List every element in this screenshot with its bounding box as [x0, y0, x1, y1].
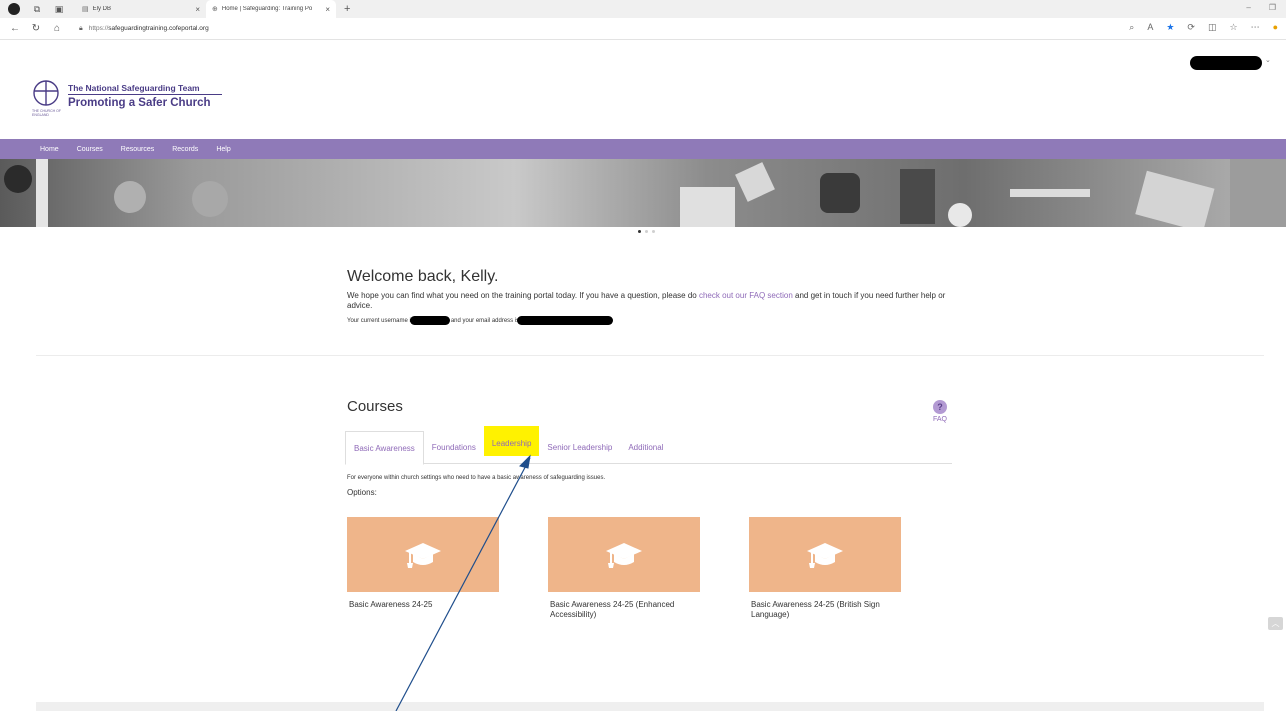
home-icon[interactable]: ⌂: [51, 23, 63, 34]
user-menu-redacted[interactable]: [1190, 56, 1262, 70]
faq-button[interactable]: ? FAQ: [929, 400, 951, 423]
course-card-image[interactable]: [749, 517, 901, 592]
restore-icon[interactable]: ❐: [1269, 3, 1276, 12]
nav-resources[interactable]: Resources: [121, 146, 154, 153]
nav-help[interactable]: Help: [216, 146, 230, 153]
tab-senior-leadership[interactable]: Senior Leadership: [539, 431, 620, 464]
tab-foundations[interactable]: Foundations: [424, 431, 484, 464]
graduation-cap-icon: [606, 542, 642, 568]
course-tabs: Basic Awareness Foundations Leadership S…: [345, 426, 952, 465]
username-redacted: [409, 316, 450, 325]
tab-actions-icon[interactable]: ▣: [54, 4, 64, 14]
window-controls: – ❐: [1246, 3, 1276, 12]
logo-tagline: Promoting a Safer Church: [68, 97, 211, 109]
minimize-icon[interactable]: –: [1246, 3, 1250, 12]
refresh-icon[interactable]: ↻: [30, 23, 42, 34]
main-navigation: Home Courses Resources Records Help: [0, 139, 1286, 159]
lock-icon: 🔒︎: [79, 24, 83, 32]
chevron-up-icon: ︿: [1271, 619, 1280, 628]
nav-records[interactable]: Records: [172, 146, 198, 153]
courses-heading: Courses: [347, 398, 403, 415]
course-card-title[interactable]: Basic Awareness 24-25: [347, 600, 499, 610]
logo-church-text: THE CHURCH OF ENGLAND: [32, 109, 61, 117]
carousel-dot[interactable]: [652, 230, 655, 233]
url-host: safeguardingtraining.cofeportal.org: [108, 25, 209, 32]
favorites-icon[interactable]: ☆: [1229, 22, 1237, 33]
course-card-title[interactable]: Basic Awareness 24-25 (Enhanced Accessib…: [548, 600, 700, 620]
course-card-basic-awareness[interactable]: Basic Awareness 24-25: [347, 517, 499, 610]
tab-additional[interactable]: Additional: [620, 431, 671, 464]
browser-tab-bar: ⧉ ▣ ▤ Ely DB × ⊕ Home | Safeguarding: Tr…: [0, 0, 1286, 18]
welcome-message: We hope you can find what you need on th…: [347, 291, 967, 311]
welcome-section: Welcome back, Kelly. We hope you can fin…: [347, 268, 967, 325]
zoom-icon[interactable]: ⌕: [1129, 22, 1134, 33]
section-divider: [36, 355, 1264, 356]
close-icon[interactable]: ×: [325, 5, 330, 14]
course-description: For everyone within church settings who …: [347, 475, 606, 481]
course-card-enhanced-accessibility[interactable]: Basic Awareness 24-25 (Enhanced Accessib…: [548, 517, 700, 620]
banner-photo: [0, 159, 1286, 227]
options-label: Options:: [347, 488, 377, 497]
account-info: Your current username is and your email …: [347, 316, 967, 325]
split-screen-icon[interactable]: ◫: [1208, 22, 1217, 33]
faq-link[interactable]: check out our FAQ section: [699, 291, 793, 300]
new-tab-button[interactable]: +: [344, 3, 350, 15]
page-icon: ▤: [82, 6, 89, 13]
url-scheme: https://: [88, 25, 109, 32]
nav-home[interactable]: Home: [40, 146, 59, 153]
tab-basic-awareness[interactable]: Basic Awareness: [345, 431, 424, 465]
read-aloud-icon[interactable]: A: [1147, 22, 1153, 33]
footer-band: [36, 702, 1264, 711]
browser-tab-ely-db[interactable]: ▤ Ely DB ×: [76, 0, 206, 18]
tab-label: Home | Safeguarding: Training Po: [221, 6, 313, 12]
scroll-to-top-button[interactable]: ︿: [1268, 617, 1283, 630]
email-redacted: [517, 316, 614, 325]
course-card-title[interactable]: Basic Awareness 24-25 (British Sign Lang…: [749, 600, 901, 620]
browser-tab-safeguarding[interactable]: ⊕ Home | Safeguarding: Training Po ×: [206, 0, 336, 18]
tab-label: Ely DB: [92, 6, 111, 12]
extensions-icon[interactable]: ⟳: [1187, 22, 1195, 33]
tab-leadership[interactable]: Leadership: [483, 426, 540, 456]
course-card-image[interactable]: [548, 517, 700, 592]
url-field[interactable]: 🔒︎ https:// safeguardingtraining.cofepor…: [73, 20, 1173, 37]
carousel-dot[interactable]: [645, 230, 648, 233]
username-label: Your current username is: [347, 317, 414, 324]
logo-divider: [68, 94, 222, 95]
copilot-icon[interactable]: ●: [1273, 22, 1278, 33]
faq-label: FAQ: [932, 416, 947, 423]
carousel-indicators: [638, 230, 655, 233]
chevron-down-icon[interactable]: ⌄: [1265, 56, 1271, 64]
help-question-icon: ?: [933, 400, 947, 414]
carousel-dot[interactable]: [638, 230, 641, 233]
welcome-text: We hope you can find what you need on th…: [347, 291, 699, 300]
graduation-cap-icon: [807, 542, 843, 568]
site-header: ⌄ THE CHURCH OF ENGLAND The National Saf…: [0, 41, 1286, 139]
church-cross-logo-icon: [33, 80, 59, 106]
site-logo[interactable]: THE CHURCH OF ENGLAND The National Safeg…: [32, 79, 222, 121]
nav-courses[interactable]: Courses: [77, 146, 103, 153]
course-card-image[interactable]: [347, 517, 499, 592]
globe-icon: ⊕: [212, 6, 218, 13]
graduation-cap-icon: [405, 542, 441, 568]
browser-address-bar: ← ↻ ⌂ 🔒︎ https:// safeguardingtraining.c…: [0, 18, 1286, 40]
more-icon[interactable]: ⋯: [1251, 22, 1260, 33]
hero-banner-image: [0, 159, 1286, 227]
close-icon[interactable]: ×: [195, 5, 200, 14]
logo-team-name: The National Safeguarding Team: [68, 83, 200, 93]
back-icon[interactable]: ←: [9, 23, 21, 34]
profile-avatar[interactable]: [8, 3, 20, 15]
email-label: and your email address is: [450, 317, 520, 324]
welcome-heading: Welcome back, Kelly.: [347, 268, 499, 285]
favorite-star-icon[interactable]: ★: [1166, 22, 1174, 33]
workspaces-icon[interactable]: ⧉: [32, 4, 42, 14]
browser-toolbar: ⌕ A ★ ⟳ ◫ ☆ ⋯ ●: [1129, 22, 1278, 33]
course-card-british-sign-language[interactable]: Basic Awareness 24-25 (British Sign Lang…: [749, 517, 901, 620]
